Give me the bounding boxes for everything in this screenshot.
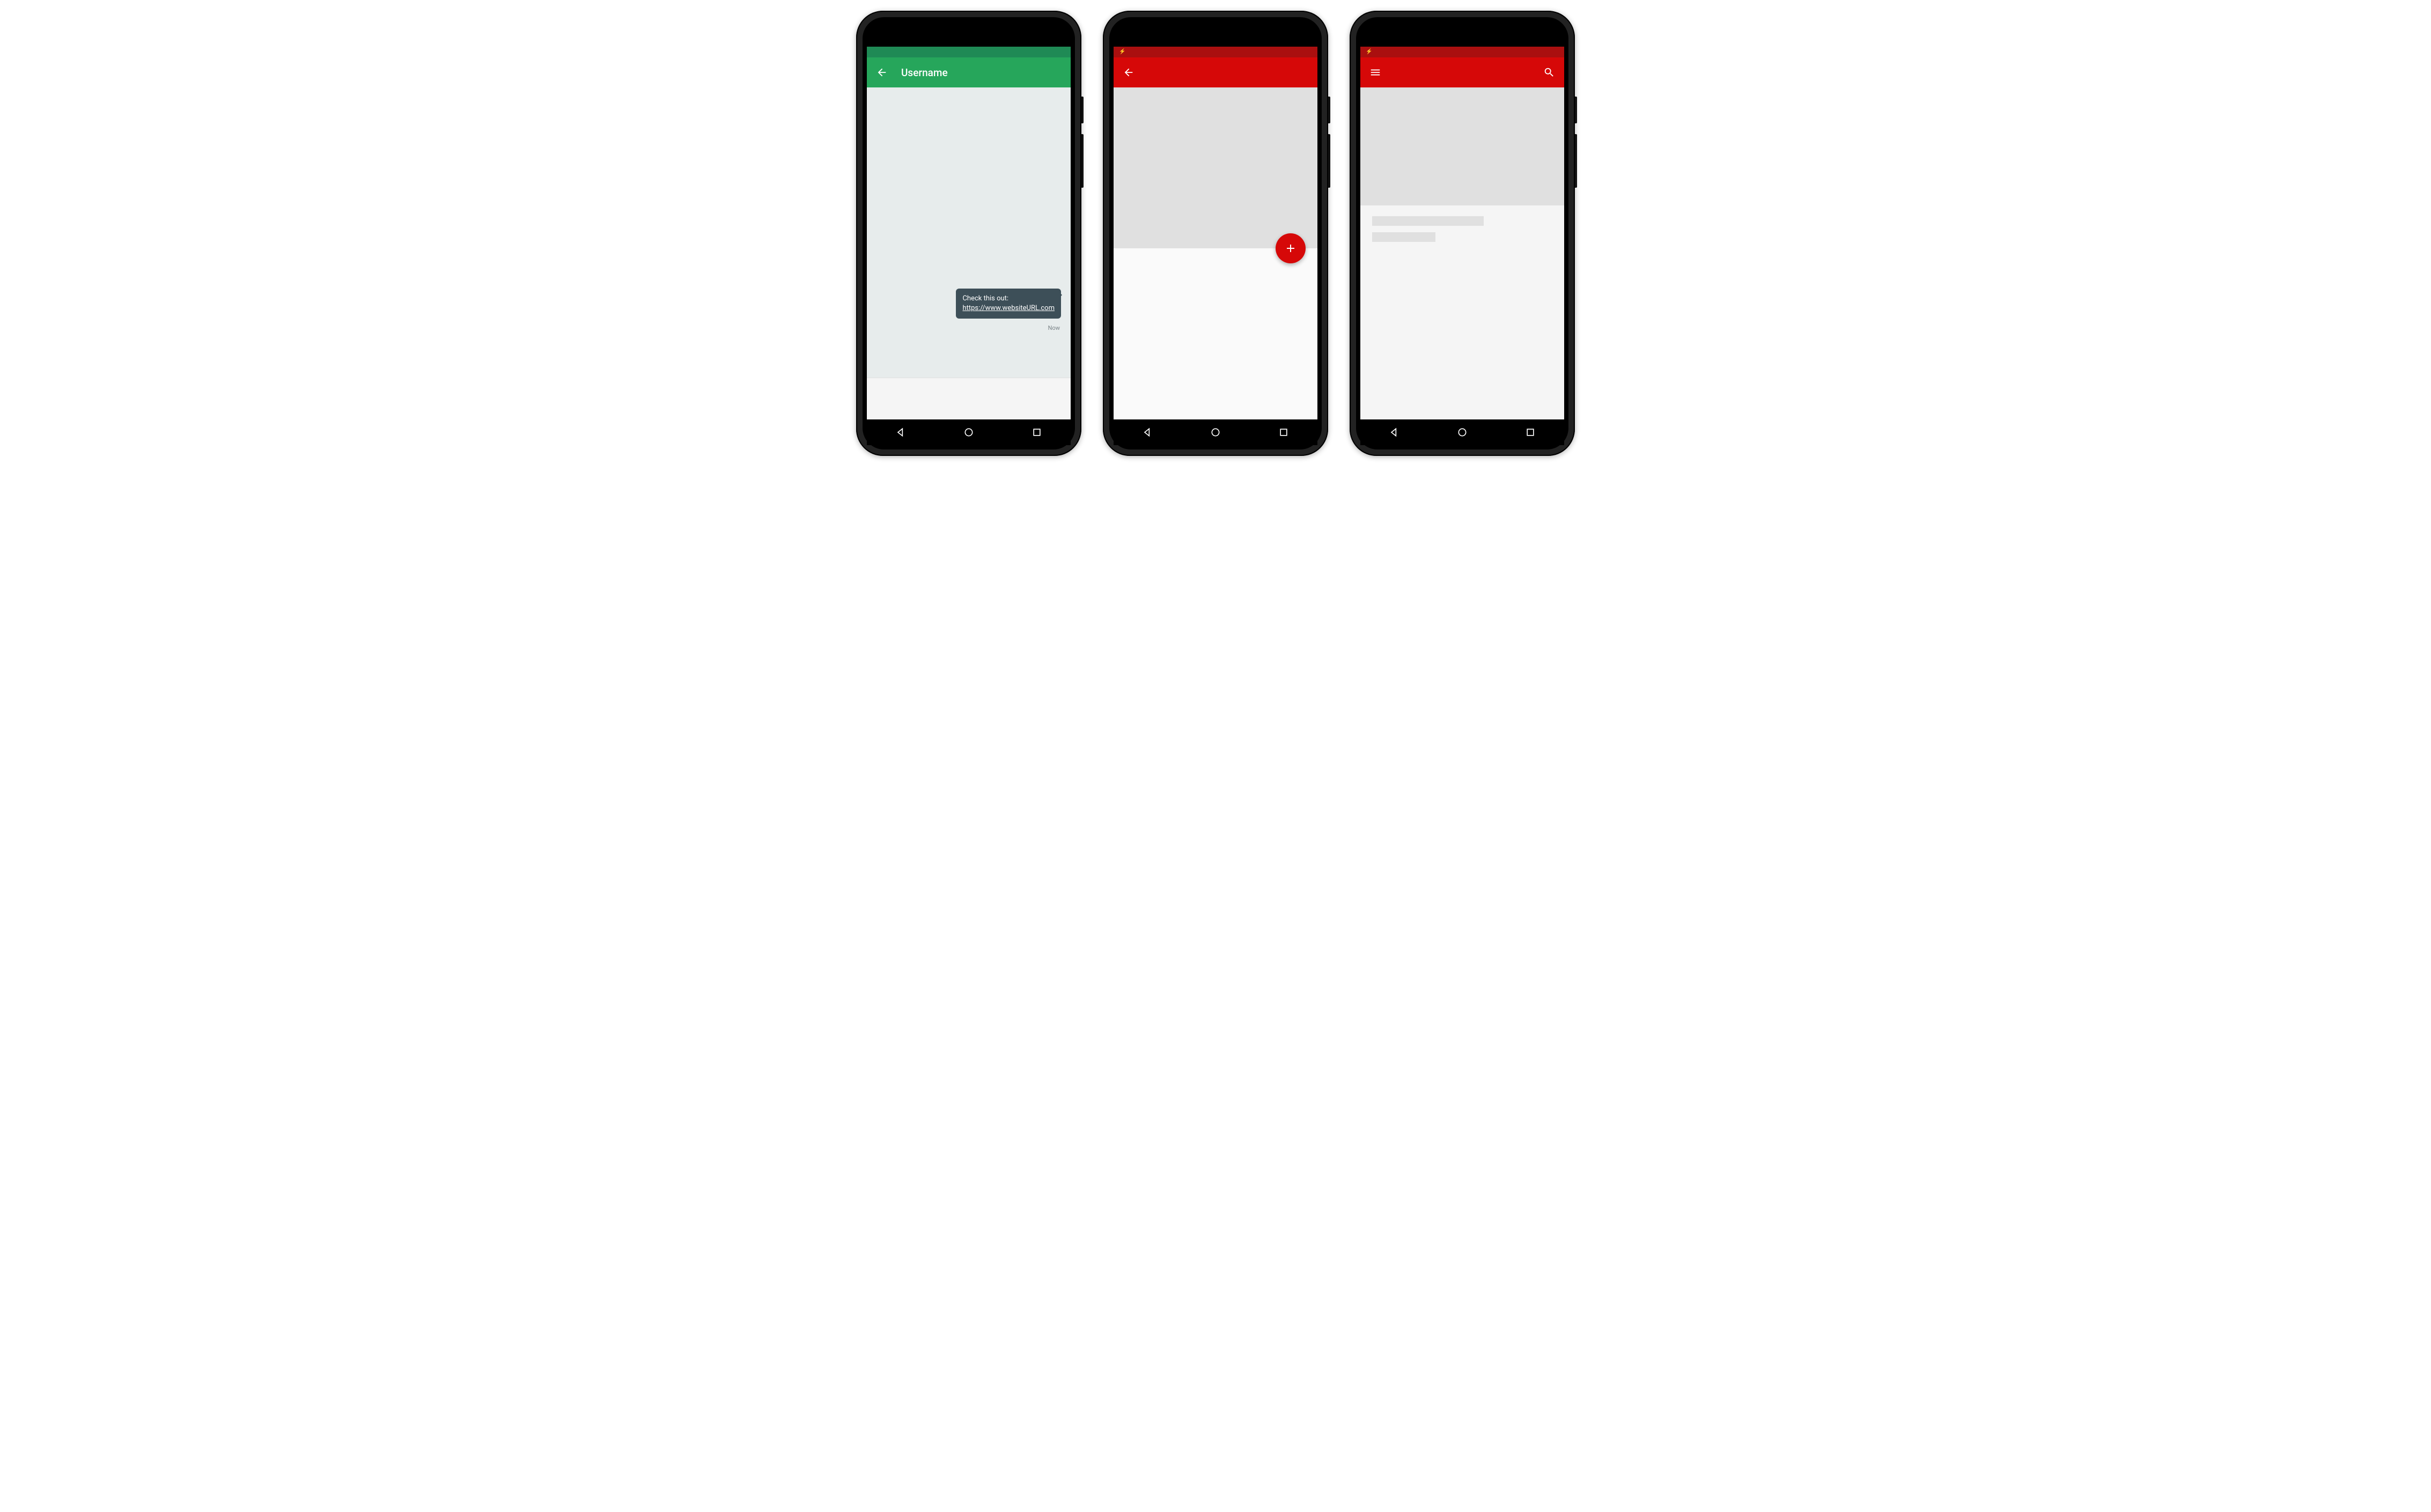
- device-frame-3: ⚡: [1350, 11, 1575, 456]
- plus-icon: [1284, 242, 1297, 255]
- screen-chat: Username Check this out: https://www.web…: [867, 47, 1071, 445]
- app-bar: [1114, 57, 1317, 87]
- device-frame-2: ⚡: [1103, 11, 1328, 456]
- device-volume-button: [1081, 134, 1084, 188]
- message-link[interactable]: https://www.websiteURL.com: [962, 304, 1055, 312]
- back-button[interactable]: [875, 66, 888, 79]
- device-power-button: [1328, 97, 1330, 123]
- message-bubble[interactable]: Check this out: https://www.websiteURL.c…: [956, 289, 1061, 319]
- triangle-back-icon: [895, 427, 906, 438]
- arrow-left-icon: [876, 67, 888, 78]
- triangle-back-icon: [1142, 427, 1153, 438]
- message-text: Check this out:: [962, 294, 1008, 303]
- search-button[interactable]: [1543, 66, 1556, 79]
- nav-back-button[interactable]: [895, 426, 907, 438]
- nav-home-button[interactable]: [1456, 426, 1468, 438]
- square-recent-icon: [1525, 427, 1536, 438]
- compose-area[interactable]: [867, 378, 1071, 419]
- app-title: Username: [901, 67, 948, 79]
- status-bar: [867, 47, 1071, 57]
- hero-panel: [1360, 87, 1564, 205]
- device-volume-button: [1575, 134, 1577, 188]
- screen-list: ⚡: [1360, 47, 1564, 445]
- android-navbar: [1360, 419, 1564, 445]
- flash-icon: ⚡: [1119, 49, 1125, 55]
- header-panel: [1114, 87, 1317, 248]
- app-bar: [1360, 57, 1564, 87]
- app-bar: Username: [867, 57, 1071, 87]
- square-recent-icon: [1278, 427, 1289, 438]
- content-panel: [1114, 248, 1317, 419]
- nav-home-button[interactable]: [1210, 426, 1221, 438]
- nav-home-button[interactable]: [963, 426, 975, 438]
- skeleton-line-1: [1372, 216, 1484, 226]
- square-recent-icon: [1032, 427, 1042, 438]
- nav-recent-button[interactable]: [1278, 426, 1290, 438]
- arrow-left-icon: [1123, 67, 1135, 78]
- android-navbar: [867, 419, 1071, 445]
- device-frame-1: Username Check this out: https://www.web…: [856, 11, 1081, 456]
- status-bar: ⚡: [1360, 47, 1564, 57]
- nav-recent-button[interactable]: [1031, 426, 1043, 438]
- device-volume-button: [1328, 134, 1330, 188]
- nav-recent-button[interactable]: [1524, 426, 1536, 438]
- device-power-button: [1575, 97, 1577, 123]
- skeleton-line-2: [1372, 232, 1435, 242]
- flash-icon: ⚡: [1366, 49, 1372, 55]
- triangle-back-icon: [1389, 427, 1399, 438]
- circle-home-icon: [1210, 427, 1221, 438]
- circle-home-icon: [1457, 427, 1468, 438]
- chat-body: Check this out: https://www.websiteURL.c…: [867, 87, 1071, 378]
- back-button[interactable]: [1122, 66, 1135, 79]
- nav-back-button[interactable]: [1388, 426, 1400, 438]
- search-icon: [1543, 67, 1555, 78]
- screen-fab: ⚡: [1114, 47, 1317, 445]
- nav-back-button[interactable]: [1141, 426, 1153, 438]
- fab-add-button[interactable]: [1276, 233, 1306, 263]
- content-body: [1360, 205, 1564, 419]
- android-navbar: [1114, 419, 1317, 445]
- status-bar: ⚡: [1114, 47, 1317, 57]
- menu-button[interactable]: [1369, 66, 1382, 79]
- circle-home-icon: [963, 427, 974, 438]
- device-power-button: [1081, 97, 1084, 123]
- hamburger-menu-icon: [1369, 67, 1381, 78]
- message-timestamp: Now: [1048, 324, 1060, 331]
